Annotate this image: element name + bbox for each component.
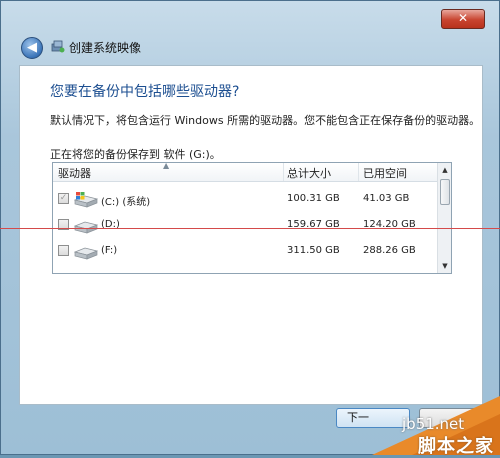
watermark-name: 脚本之家 [418,436,494,457]
drive-used-space: 41.03 GB [363,193,410,204]
header-used-space[interactable]: 已用空间 [363,165,407,181]
drive-checkbox[interactable]: ✓ [58,193,69,204]
content-panel: 您要在备份中包括哪些驱动器? 默认情况下，将包含运行 Windows 所需的驱动… [19,65,483,405]
list-item-c[interactable]: ✓ (C:) (系统) 100.31 GB 41.03 GB [53,187,437,213]
header-drive[interactable]: 驱动器 [58,165,91,181]
sort-arrow-icon: ▲ [163,162,170,170]
watermark-site: jb51.net [402,415,465,433]
window-title: 创建系统映像 [69,41,142,55]
list-item-f[interactable]: (F:) 311.50 GB 288.26 GB [53,239,437,265]
header-divider [283,163,284,181]
drive-name: (C:) (系统) [101,197,151,208]
drive-checkbox[interactable] [58,245,69,256]
drive-used-space: 288.26 GB [363,245,416,256]
drive-name: (F:) [101,245,118,256]
backup-icon [51,40,65,53]
drive-icon [73,221,99,234]
page-heading: 您要在备份中包括哪些驱动器? [50,84,240,100]
back-button[interactable]: ◀ [21,37,43,59]
list-item-d[interactable]: (D:) 159.67 GB 124.20 GB [53,213,437,239]
header-total-size[interactable]: 总计大小 [287,165,331,181]
drive-total-size: 100.31 GB [287,193,340,204]
close-button[interactable]: ✕ [441,9,485,29]
drive-icon [73,247,99,260]
scroll-down-arrow-icon[interactable]: ▼ [438,259,451,273]
description-text: 默认情况下，将包含运行 Windows 所需的驱动器。您不能包含正在保存备份的驱… [50,114,481,127]
save-location-text: 正在将您的备份保存到 软件 (G:)。 [50,148,221,161]
windows-drive-icon [73,192,99,208]
scroll-up-arrow-icon[interactable]: ▲ [438,163,451,177]
list-header: 驱动器 ▲ 总计大小 已用空间 [53,163,437,182]
drive-list[interactable]: 驱动器 ▲ 总计大小 已用空间 ✓ (C:) (系统) 100.31 GB 41… [52,162,452,274]
header-divider [358,163,359,181]
annotation-line [0,228,500,229]
vertical-scrollbar[interactable]: ▲ ▼ [437,163,451,273]
drive-total-size: 311.50 GB [287,245,340,256]
scroll-thumb[interactable] [440,179,450,205]
